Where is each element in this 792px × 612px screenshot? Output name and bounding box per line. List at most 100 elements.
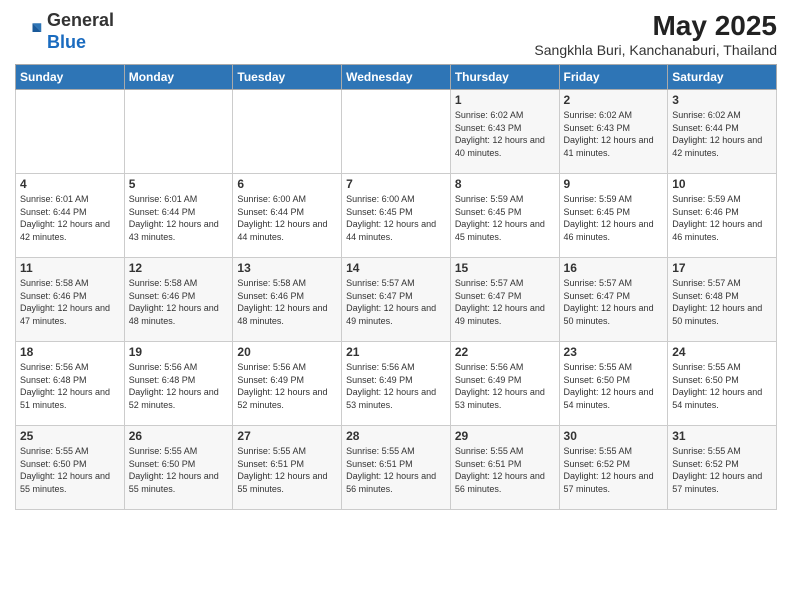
logo: General Blue — [15, 10, 114, 53]
day-info: Sunrise: 5:55 AMSunset: 6:51 PMDaylight:… — [455, 445, 555, 495]
logo-text: General Blue — [47, 10, 114, 53]
day-info: Sunrise: 5:55 AMSunset: 6:50 PMDaylight:… — [129, 445, 229, 495]
day-number: 27 — [237, 429, 337, 443]
day-number: 3 — [672, 93, 772, 107]
calendar-cell: 30 Sunrise: 5:55 AMSunset: 6:52 PMDayligh… — [559, 426, 668, 510]
calendar-cell: 9Sunrise: 5:59 AMSunset: 6:45 PMDaylight… — [559, 174, 668, 258]
day-number: 14 — [346, 261, 446, 275]
day-info: Sunrise: 5:58 AMSunset: 6:46 PMDaylight:… — [237, 277, 337, 327]
calendar-cell: 8 Sunrise: 5:59 AMSunset: 6:45 PMDaylight… — [450, 174, 559, 258]
logo-icon — [15, 18, 43, 46]
day-info: Sunrise: 5:55 AMSunset: 6:50 PMDaylight:… — [672, 361, 772, 411]
day-number: 10 — [672, 177, 772, 191]
day-number: 12 — [129, 261, 229, 275]
calendar-cell: 24 Sunrise: 5:55 AMSunset: 6:50 PMDayligh… — [668, 342, 777, 426]
day-number: 16 — [564, 261, 664, 275]
day-number: 7 — [346, 177, 446, 191]
day-number: 5 — [129, 177, 229, 191]
calendar-cell: 19Sunrise: 5:56 AMSunset: 6:48 PMDayligh… — [124, 342, 233, 426]
day-info: Sunrise: 6:01 AMSunset: 6:44 PMDaylight:… — [20, 193, 120, 243]
weekday-header-monday: Monday — [124, 65, 233, 90]
calendar-cell: 26 Sunrise: 5:55 AMSunset: 6:50 PMDayligh… — [124, 426, 233, 510]
calendar-cell: 7 Sunrise: 6:00 AMSunset: 6:45 PMDaylight… — [342, 174, 451, 258]
title-block: May 2025 Sangkhla Buri, Kanchanaburi, Th… — [534, 10, 777, 58]
calendar-cell: 15 Sunrise: 5:57 AMSunset: 6:47 PMDayligh… — [450, 258, 559, 342]
weekday-header-sunday: Sunday — [16, 65, 125, 90]
calendar-cell — [342, 90, 451, 174]
calendar-table: SundayMondayTuesdayWednesdayThursdayFrid… — [15, 64, 777, 510]
day-info: Sunrise: 5:56 AMSunset: 6:48 PMDaylight:… — [129, 361, 229, 411]
day-number: 6 — [237, 177, 337, 191]
calendar-cell: 1 Sunrise: 6:02 AMSunset: 6:43 PMDaylight… — [450, 90, 559, 174]
calendar-cell: 6 Sunrise: 6:00 AMSunset: 6:44 PMDaylight… — [233, 174, 342, 258]
calendar-cell: 12 Sunrise: 5:58 AMSunset: 6:46 PMDayligh… — [124, 258, 233, 342]
calendar-cell: 25Sunrise: 5:55 AMSunset: 6:50 PMDayligh… — [16, 426, 125, 510]
day-info: Sunrise: 5:55 AMSunset: 6:52 PMDaylight:… — [564, 445, 664, 495]
day-number: 8 — [455, 177, 555, 191]
week-row-3: 11 Sunrise: 5:58 AMSunset: 6:46 PMDayligh… — [16, 258, 777, 342]
calendar-cell: 21 Sunrise: 5:56 AMSunset: 6:49 PMDayligh… — [342, 342, 451, 426]
calendar-cell: 4Sunrise: 6:01 AMSunset: 6:44 PMDaylight… — [16, 174, 125, 258]
day-info: Sunrise: 6:00 AMSunset: 6:45 PMDaylight:… — [346, 193, 446, 243]
calendar-cell: 2Sunrise: 6:02 AMSunset: 6:43 PMDaylight… — [559, 90, 668, 174]
day-info: Sunrise: 5:55 AMSunset: 6:51 PMDaylight:… — [237, 445, 337, 495]
calendar-cell — [233, 90, 342, 174]
day-number: 1 — [455, 93, 555, 107]
calendar-cell: 27 Sunrise: 5:55 AMSunset: 6:51 PMDayligh… — [233, 426, 342, 510]
calendar-cell: 3Sunrise: 6:02 AMSunset: 6:44 PMDaylight… — [668, 90, 777, 174]
day-info: Sunrise: 5:59 AMSunset: 6:46 PMDaylight:… — [672, 193, 772, 243]
page-container: General Blue May 2025 Sangkhla Buri, Kan… — [0, 0, 792, 520]
day-info: Sunrise: 5:58 AMSunset: 6:46 PMDaylight:… — [129, 277, 229, 327]
month-year: May 2025 — [534, 10, 777, 42]
page-header: General Blue May 2025 Sangkhla Buri, Kan… — [15, 10, 777, 58]
logo-general: General — [47, 10, 114, 30]
weekday-header-thursday: Thursday — [450, 65, 559, 90]
day-number: 26 — [129, 429, 229, 443]
day-number: 15 — [455, 261, 555, 275]
week-row-2: 4Sunrise: 6:01 AMSunset: 6:44 PMDaylight… — [16, 174, 777, 258]
day-number: 28 — [346, 429, 446, 443]
weekday-header-tuesday: Tuesday — [233, 65, 342, 90]
day-info: Sunrise: 5:55 AMSunset: 6:50 PMDaylight:… — [20, 445, 120, 495]
day-info: Sunrise: 5:56 AMSunset: 6:49 PMDaylight:… — [346, 361, 446, 411]
day-number: 11 — [20, 261, 120, 275]
weekday-header-friday: Friday — [559, 65, 668, 90]
day-number: 24 — [672, 345, 772, 359]
day-number: 13 — [237, 261, 337, 275]
weekday-header-row: SundayMondayTuesdayWednesdayThursdayFrid… — [16, 65, 777, 90]
calendar-cell: 17 Sunrise: 5:57 AMSunset: 6:48 PMDayligh… — [668, 258, 777, 342]
day-info: Sunrise: 6:00 AMSunset: 6:44 PMDaylight:… — [237, 193, 337, 243]
logo-blue: Blue — [47, 32, 86, 52]
day-info: Sunrise: 5:55 AMSunset: 6:51 PMDaylight:… — [346, 445, 446, 495]
calendar-cell: 10 Sunrise: 5:59 AMSunset: 6:46 PMDayligh… — [668, 174, 777, 258]
day-info: Sunrise: 5:55 AMSunset: 6:50 PMDaylight:… — [564, 361, 664, 411]
calendar-cell: 14 Sunrise: 5:57 AMSunset: 6:47 PMDayligh… — [342, 258, 451, 342]
day-info: Sunrise: 6:02 AMSunset: 6:43 PMDaylight:… — [455, 109, 555, 159]
day-info: Sunrise: 5:59 AMSunset: 6:45 PMDaylight:… — [564, 193, 664, 243]
calendar-cell: 31Sunrise: 5:55 AMSunset: 6:52 PMDayligh… — [668, 426, 777, 510]
calendar-cell: 13 Sunrise: 5:58 AMSunset: 6:46 PMDayligh… — [233, 258, 342, 342]
day-info: Sunrise: 5:56 AMSunset: 6:49 PMDaylight:… — [455, 361, 555, 411]
day-info: Sunrise: 5:57 AMSunset: 6:47 PMDaylight:… — [455, 277, 555, 327]
day-number: 29 — [455, 429, 555, 443]
calendar-cell: 16 Sunrise: 5:57 AMSunset: 6:47 PMDayligh… — [559, 258, 668, 342]
week-row-1: 1 Sunrise: 6:02 AMSunset: 6:43 PMDaylight… — [16, 90, 777, 174]
calendar-cell: 28 Sunrise: 5:55 AMSunset: 6:51 PMDayligh… — [342, 426, 451, 510]
day-info: Sunrise: 5:57 AMSunset: 6:47 PMDaylight:… — [564, 277, 664, 327]
weekday-header-wednesday: Wednesday — [342, 65, 451, 90]
day-info: Sunrise: 5:55 AMSunset: 6:52 PMDaylight:… — [672, 445, 772, 495]
calendar-cell — [16, 90, 125, 174]
day-info: Sunrise: 5:57 AMSunset: 6:47 PMDaylight:… — [346, 277, 446, 327]
day-info: Sunrise: 6:01 AMSunset: 6:44 PMDaylight:… — [129, 193, 229, 243]
day-number: 21 — [346, 345, 446, 359]
location: Sangkhla Buri, Kanchanaburi, Thailand — [534, 42, 777, 58]
day-info: Sunrise: 5:57 AMSunset: 6:48 PMDaylight:… — [672, 277, 772, 327]
calendar-cell: 18Sunrise: 5:56 AMSunset: 6:48 PMDayligh… — [16, 342, 125, 426]
day-number: 30 — [564, 429, 664, 443]
day-info: Sunrise: 5:56 AMSunset: 6:49 PMDaylight:… — [237, 361, 337, 411]
week-row-5: 25Sunrise: 5:55 AMSunset: 6:50 PMDayligh… — [16, 426, 777, 510]
day-info: Sunrise: 5:59 AMSunset: 6:45 PMDaylight:… — [455, 193, 555, 243]
day-number: 22 — [455, 345, 555, 359]
day-info: Sunrise: 5:58 AMSunset: 6:46 PMDaylight:… — [20, 277, 120, 327]
day-number: 17 — [672, 261, 772, 275]
